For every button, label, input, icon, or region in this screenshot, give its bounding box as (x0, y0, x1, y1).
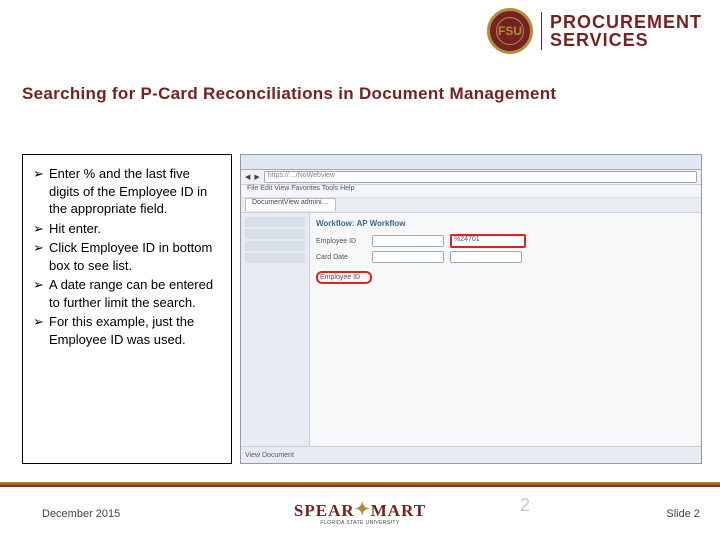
bullet-item: ➢Enter % and the last five digits of the… (33, 165, 221, 218)
arrow-icon: ➢ (33, 165, 49, 218)
bullet-text: Enter % and the last five digits of the … (49, 165, 221, 218)
bullet-item: ➢For this example, just the Employee ID … (33, 313, 221, 348)
window-titlebar (241, 155, 701, 170)
form-row: Employee ID %24701 (316, 234, 695, 248)
logo-part1: SPEAR (294, 501, 355, 520)
browser-tab: DocumentView admini… (245, 198, 336, 211)
arrow-icon: ➢ (33, 313, 49, 348)
spearmart-logo: SPEAR✦MART FLORIDA STATE UNIVERSITY (294, 500, 426, 526)
tab-bar: DocumentView admini… (241, 198, 701, 213)
url-field: https://…/NoWebview (264, 171, 697, 183)
bullet-item: ➢A date range can be entered to further … (33, 276, 221, 311)
address-bar: ◀ ▶ https://…/NoWebview (241, 170, 701, 185)
bullet-item: ➢Hit enter. (33, 220, 221, 238)
sidebar-item (245, 241, 305, 251)
procurement-wordmark: PROCUREMENT SERVICES (550, 13, 702, 49)
card-date-input (372, 251, 444, 263)
sidebar (241, 213, 310, 451)
logo-part2: MART (371, 501, 426, 520)
fsu-seal-icon: FSU (487, 8, 533, 54)
arrow-icon: ➢ (33, 276, 49, 311)
bullet-text: A date range can be entered to further l… (49, 276, 221, 311)
seal-text: FSU (496, 17, 524, 45)
employee-id-check-highlight: Employee ID (316, 271, 372, 284)
sidebar-item (245, 217, 305, 227)
arrow-icon: ➢ (33, 220, 49, 238)
sidebar-item (245, 253, 305, 263)
header-brand: FSU PROCUREMENT SERVICES (487, 8, 702, 54)
checkbox-area: Employee ID (316, 271, 695, 284)
footer-date: December 2015 (42, 508, 120, 520)
card-date-input2 (450, 251, 522, 263)
body-area: ➢Enter % and the last five digits of the… (22, 154, 702, 464)
spearmart-wordmark: SPEAR✦MART (294, 500, 426, 521)
instruction-box: ➢Enter % and the last five digits of the… (22, 154, 232, 464)
panel-title: Workflow: AP Workflow (316, 219, 695, 228)
forward-icon: ▶ (254, 173, 259, 181)
bullet-text: For this example, just the Employee ID w… (49, 313, 221, 348)
row-label: Employee ID (316, 238, 366, 245)
sidebar-item (245, 229, 305, 239)
row-label: Card Date (316, 254, 366, 261)
brand-line2: SERVICES (550, 31, 702, 49)
employee-id-input (372, 235, 444, 247)
vertical-separator (541, 12, 542, 50)
employee-id-value-highlight: %24701 (450, 234, 526, 248)
main-panel: Workflow: AP Workflow Employee ID %24701… (310, 213, 701, 451)
slide-title: Searching for P-Card Reconciliations in … (22, 84, 556, 104)
bullet-text: Click Employee ID in bottom box to see l… (49, 239, 221, 274)
slide: FSU PROCUREMENT SERVICES Searching for P… (0, 0, 720, 540)
back-icon: ◀ (245, 173, 250, 181)
star-icon: ✦ (355, 499, 371, 520)
brand-line1: PROCUREMENT (550, 13, 702, 31)
app-footer: View Document (241, 446, 701, 463)
bullet-text: Hit enter. (49, 220, 221, 238)
footer-rule (0, 482, 720, 487)
menu-bar: File Edit View Favorites Tools Help (241, 185, 701, 198)
page-number-ghost: 2 (520, 495, 530, 516)
app-body: Workflow: AP Workflow Employee ID %24701… (241, 213, 701, 451)
form-row: Card Date (316, 251, 695, 263)
bullet-item: ➢Click Employee ID in bottom box to see … (33, 239, 221, 274)
embedded-screenshot: ◀ ▶ https://…/NoWebview File Edit View F… (240, 154, 702, 464)
slide-number: Slide 2 (666, 508, 700, 520)
arrow-icon: ➢ (33, 239, 49, 274)
